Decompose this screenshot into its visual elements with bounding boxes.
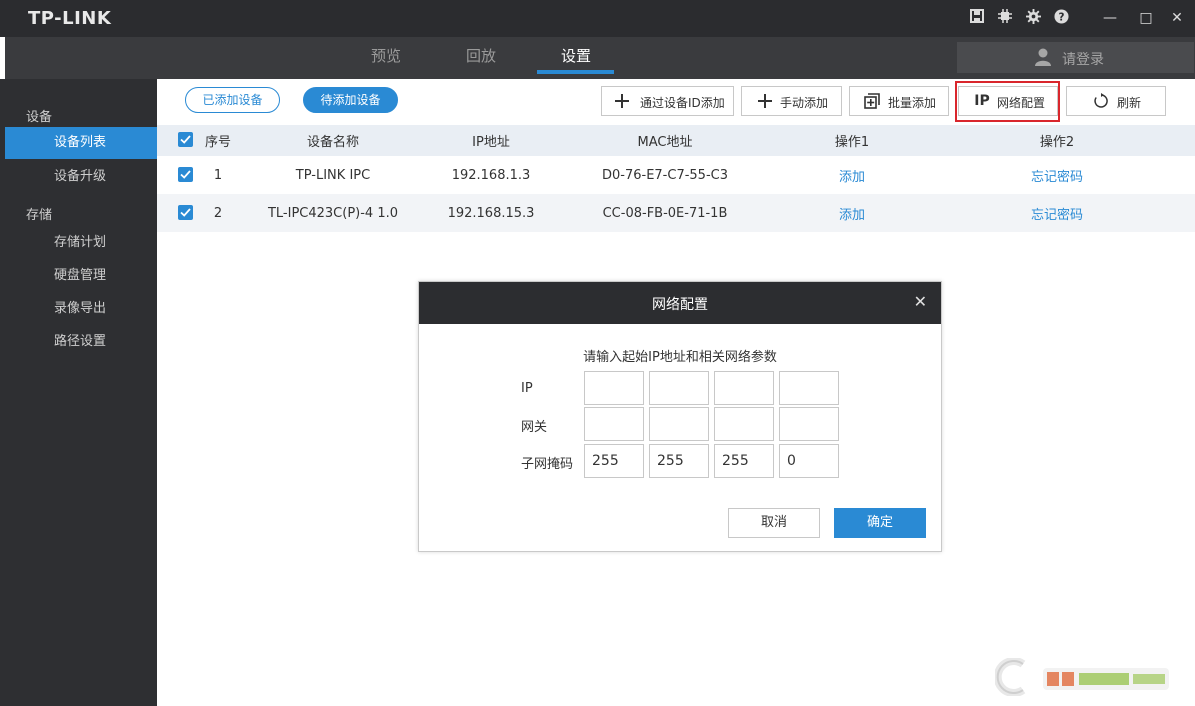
gateway-octet-4[interactable] xyxy=(779,407,839,441)
user-icon xyxy=(1035,48,1051,66)
batch-add-icon xyxy=(864,93,880,109)
column-ip: IP地址 xyxy=(472,135,510,150)
manual-add-label: 手动添加 xyxy=(780,96,829,110)
add-device-link[interactable]: 添加 xyxy=(802,156,902,194)
tab-playback[interactable]: 回放 xyxy=(443,37,519,79)
forgot-password-link[interactable]: 忘记密码 xyxy=(997,194,1117,232)
table-row: 2 TL-IPC423C(P)-4 1.0 192.168.15.3 CC-08… xyxy=(157,194,1195,232)
row-device-name: TL-IPC423C(P)-4 1.0 xyxy=(267,205,399,221)
sidebar-item-storage-plan[interactable]: 存储计划 xyxy=(5,227,157,259)
refresh-label: 刷新 xyxy=(1117,96,1142,110)
tp-link-logo: TP-LINK xyxy=(28,8,112,29)
ip-label: IP xyxy=(521,381,533,396)
sidebar-item-device-list[interactable]: 设备列表 xyxy=(5,127,157,159)
subnet-mask-label: 子网掩码 xyxy=(521,457,574,472)
gateway-octet-2[interactable] xyxy=(649,407,709,441)
sidebar-group-storage: 存储 xyxy=(26,208,53,223)
subnet-octet-4[interactable] xyxy=(779,444,839,478)
add-device-link[interactable]: 添加 xyxy=(802,194,902,232)
ip-octet-1[interactable] xyxy=(584,371,644,405)
refresh-button[interactable]: 刷新 xyxy=(1066,86,1166,116)
subnet-octet-1[interactable] xyxy=(584,444,644,478)
row-index: 2 xyxy=(213,205,223,221)
subnet-octet-3[interactable] xyxy=(714,444,774,478)
column-device-name: 设备名称 xyxy=(306,135,359,150)
confirm-button[interactable]: 确定 xyxy=(834,508,926,538)
minimize-button[interactable]: — xyxy=(1101,9,1119,27)
ip-octet-4[interactable] xyxy=(779,371,839,405)
cancel-button[interactable]: 取消 xyxy=(728,508,820,538)
forgot-password-link[interactable]: 忘记密码 xyxy=(997,156,1117,194)
tab-preview[interactable]: 预览 xyxy=(348,37,424,79)
tab-added-devices[interactable]: 已添加设备 xyxy=(185,87,280,113)
batch-add-button[interactable]: 批量添加 xyxy=(849,86,949,116)
title-bar: TP-LINK ? — □ ✕ xyxy=(0,0,1195,37)
row-device-name: TP-LINK IPC xyxy=(295,167,371,183)
dialog-title: 网络配置 xyxy=(652,297,708,313)
batch-add-label: 批量添加 xyxy=(888,96,937,110)
ip-octet-2[interactable] xyxy=(649,371,709,405)
dialog-description: 请输入起始IP地址和相关网络参数 xyxy=(583,350,777,365)
chip-icon[interactable] xyxy=(996,9,1014,27)
add-by-device-id-label: 通过设备ID添加 xyxy=(640,96,725,110)
plus-icon xyxy=(614,93,630,109)
sidebar-group-device: 设备 xyxy=(26,110,53,125)
table-row: 1 TP-LINK IPC 192.168.1.3 D0-76-E7-C7-55… xyxy=(157,156,1195,194)
ip-octet-3[interactable] xyxy=(714,371,774,405)
column-mac: MAC地址 xyxy=(637,135,693,150)
plus-icon xyxy=(757,93,773,109)
login-label: 请登录 xyxy=(1062,52,1104,68)
subnet-octet-2[interactable] xyxy=(649,444,709,478)
row-checkbox[interactable] xyxy=(178,205,193,220)
column-action2: 操作2 xyxy=(1039,135,1075,150)
network-config-dialog: 网络配置 ✕ 请输入起始IP地址和相关网络参数 IP 网关 子网掩码 取消 确定 xyxy=(418,281,942,552)
add-by-device-id-button[interactable]: 通过设备ID添加 xyxy=(601,86,734,116)
gateway-octet-3[interactable] xyxy=(714,407,774,441)
tab-pending-devices[interactable]: 待添加设备 xyxy=(303,87,398,113)
active-tab-indicator xyxy=(537,70,614,74)
dialog-close-button[interactable]: ✕ xyxy=(914,292,927,311)
svg-text:?: ? xyxy=(1058,11,1064,23)
close-window-button[interactable]: ✕ xyxy=(1168,9,1186,27)
row-checkbox[interactable] xyxy=(178,167,193,182)
sidebar-item-disk-management[interactable]: 硬盘管理 xyxy=(5,260,157,292)
gear-icon[interactable] xyxy=(1024,9,1042,27)
sidebar-item-video-export[interactable]: 录像导出 xyxy=(5,293,157,325)
sidebar-item-path-settings[interactable]: 路径设置 xyxy=(5,326,157,358)
gateway-octet-1[interactable] xyxy=(584,407,644,441)
sidebar-item-device-upgrade[interactable]: 设备升级 xyxy=(5,161,157,193)
column-index: 序号 xyxy=(204,135,231,150)
table-header: 序号 设备名称 IP地址 MAC地址 操作1 操作2 xyxy=(157,125,1195,156)
refresh-icon xyxy=(1093,93,1109,109)
row-mac: D0-76-E7-C7-55-C3 xyxy=(601,167,728,183)
save-icon[interactable] xyxy=(968,9,986,27)
maximize-button[interactable]: □ xyxy=(1137,9,1155,27)
column-action1: 操作1 xyxy=(834,135,870,150)
help-icon[interactable]: ? xyxy=(1052,9,1070,27)
highlight-frame xyxy=(955,81,1060,122)
manual-add-button[interactable]: 手动添加 xyxy=(741,86,842,116)
select-all-checkbox[interactable] xyxy=(178,132,193,147)
row-index: 1 xyxy=(213,167,223,183)
row-ip: 192.168.1.3 xyxy=(451,167,531,183)
watermark-logo xyxy=(993,657,1175,697)
row-ip: 192.168.15.3 xyxy=(447,205,535,221)
login-button[interactable]: 请登录 xyxy=(957,42,1194,73)
gateway-label: 网关 xyxy=(521,420,548,435)
dialog-header: 网络配置 ✕ xyxy=(419,282,941,324)
row-mac: CC-08-FB-0E-71-1B xyxy=(602,205,728,221)
